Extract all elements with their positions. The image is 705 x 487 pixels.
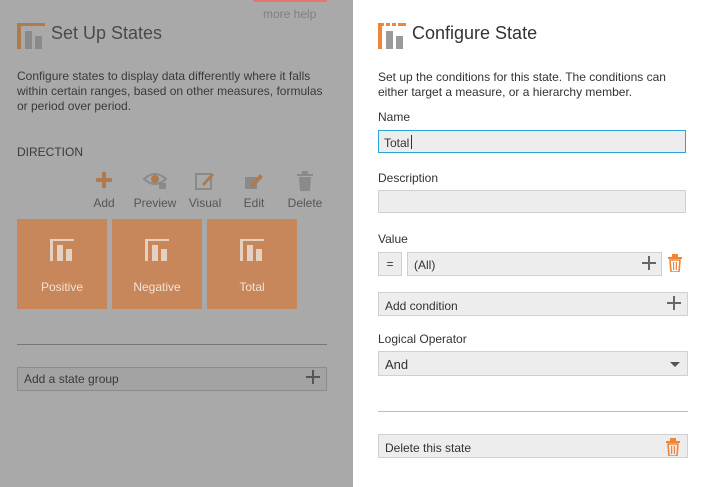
plus-icon <box>306 370 320 387</box>
configure-state-logo-icon <box>378 21 406 54</box>
preview-label: Preview <box>133 196 177 210</box>
logical-operator-value: And <box>385 357 409 372</box>
visual-label: Visual <box>188 196 222 210</box>
delete-state-button[interactable]: Delete this state <box>378 434 688 458</box>
logical-operator-label: Logical Operator <box>378 332 467 346</box>
name-input[interactable]: Total <box>378 130 686 153</box>
description-label: Description <box>378 171 439 185</box>
add-condition-label: Add condition <box>385 299 458 313</box>
delete-condition-trash-icon[interactable] <box>667 254 683 277</box>
states-list-panel: more help Set Up States Configure states… <box>0 0 353 487</box>
add-label: Add <box>93 196 115 210</box>
edit-state-button[interactable]: Edit <box>232 171 276 210</box>
divider <box>17 344 327 345</box>
state-icon <box>145 239 169 264</box>
configure-state-description: Set up the conditions for this state. Th… <box>378 70 666 99</box>
state-tile-label: Positive <box>40 280 84 294</box>
add-condition-button[interactable]: Add condition <box>378 292 688 316</box>
delete-label: Delete <box>287 196 323 210</box>
state-tile-label: Negative <box>133 280 181 294</box>
plus-icon <box>82 171 126 193</box>
value-selector-text: (All) <box>414 258 436 272</box>
delete-state-label: Delete this state <box>385 441 472 455</box>
state-icon <box>50 239 74 264</box>
name-input-value: Total <box>384 136 410 150</box>
state-tile-negative[interactable]: Negative <box>112 219 202 309</box>
state-tile-positive[interactable]: Positive <box>17 219 107 309</box>
state-tile-total[interactable]: Total <box>207 219 297 309</box>
add-state-group-label: Add a state group <box>24 372 119 386</box>
state-icon <box>240 239 264 264</box>
state-tile-label: Total <box>239 280 265 294</box>
preview-state-button[interactable]: Preview <box>133 171 177 210</box>
trash-icon <box>283 171 327 193</box>
comparison-operator-button[interactable]: = <box>378 252 402 276</box>
state-group-label: DIRECTION <box>17 145 83 159</box>
add-state-button[interactable]: Add <box>82 171 126 210</box>
value-selector[interactable]: (All) <box>407 252 662 276</box>
divider <box>378 411 688 412</box>
delete-state-button[interactable]: Delete <box>283 171 327 210</box>
logical-operator-select[interactable]: And <box>378 351 688 376</box>
states-logo-icon <box>17 21 45 54</box>
more-help-link[interactable]: more help <box>263 7 316 21</box>
eye-icon <box>133 171 177 193</box>
edit-icon <box>232 171 276 193</box>
panel-description: Configure states to display data differe… <box>17 69 323 113</box>
configure-state-title: Configure State <box>412 23 538 43</box>
edit-label: Edit <box>243 196 265 210</box>
name-label: Name <box>378 110 411 124</box>
text-cursor <box>411 135 412 149</box>
plus-icon[interactable] <box>642 256 656 273</box>
value-label: Value <box>378 232 408 246</box>
trash-icon <box>665 438 681 459</box>
plus-icon <box>667 296 681 313</box>
more-help-accent-bar <box>253 0 327 2</box>
panel-title: Set Up States <box>51 23 163 43</box>
add-state-group-button[interactable]: Add a state group <box>17 367 327 391</box>
visual-edit-icon <box>183 171 227 193</box>
chevron-down-icon <box>670 362 680 367</box>
description-input[interactable] <box>378 190 686 213</box>
visual-state-button[interactable]: Visual <box>183 171 227 210</box>
